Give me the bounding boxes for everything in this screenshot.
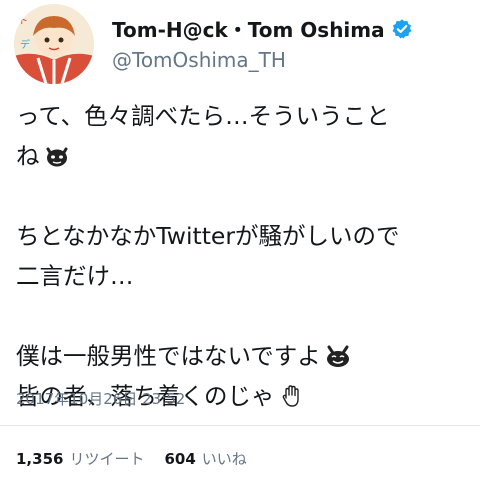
tweet-line: ちとなかなかTwitterが騒がしいので xyxy=(16,216,466,256)
tweet-stats: 1,356 リツイート 604 いいね xyxy=(16,448,261,469)
raised-hand-icon xyxy=(282,385,299,407)
tweet-line: って、色々調べたら…そういうこと xyxy=(16,96,466,136)
svg-text:デ: デ xyxy=(20,38,30,51)
tweet-line-text: ね xyxy=(16,142,40,170)
tweet-line-text: 僕は一般男性ではないですよ xyxy=(16,342,321,370)
tweet-line-text: ちとなかなかTwitterが騒がしいので xyxy=(16,222,400,250)
svg-text:ト: ト xyxy=(18,16,28,27)
user-name-row[interactable]: Tom-H@ck・Tom Oshima xyxy=(112,14,413,43)
verified-badge-icon xyxy=(392,18,412,38)
tweet-line: 二言だけ… xyxy=(16,256,466,296)
tweet-body: って、色々調べたら…そういうこと ね ちとなかなかTwitterが騒がしいので … xyxy=(16,96,466,416)
retweet-count[interactable]: 1,356 xyxy=(16,450,63,468)
avatar[interactable]: ト デ xyxy=(14,4,94,84)
tweet-line: ね xyxy=(16,136,466,176)
avatar-illustration-icon: ト デ xyxy=(14,4,94,84)
like-label[interactable]: いいね xyxy=(202,448,247,469)
tweet-timestamp[interactable]: 2017年10月26日 23:52 xyxy=(16,388,185,409)
tweet-line: 僕は一般男性ではないですよ xyxy=(16,336,466,376)
devil-face-icon xyxy=(46,147,67,167)
display-name[interactable]: Tom-H@ck・Tom Oshima xyxy=(112,14,385,43)
like-count[interactable]: 604 xyxy=(164,450,195,468)
tweet-line-text: 二言だけ… xyxy=(16,262,134,290)
divider xyxy=(0,425,480,426)
retweet-label[interactable]: リツイート xyxy=(69,448,144,469)
user-handle[interactable]: @TomOshima_TH xyxy=(112,48,286,72)
smiling-devil-icon xyxy=(326,345,349,367)
tweet-line-text: って、色々調べたら…そういうこと xyxy=(16,102,390,130)
